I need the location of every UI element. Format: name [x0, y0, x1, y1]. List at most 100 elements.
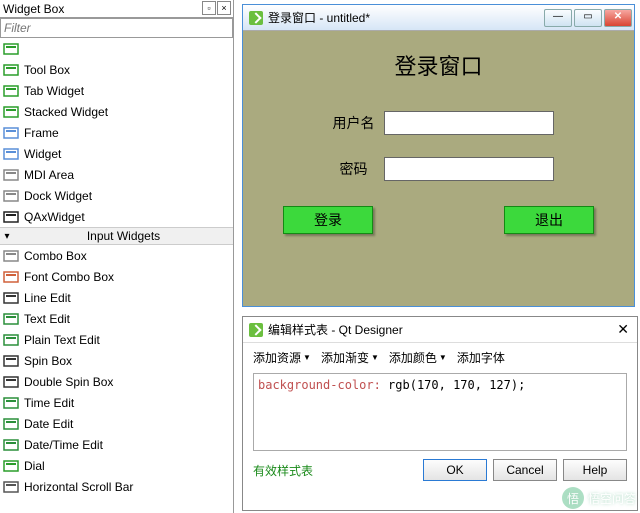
- toolbox-icon: [2, 62, 20, 78]
- section-label: Input Widgets: [14, 229, 233, 243]
- add-font-menu[interactable]: 添加字体: [457, 349, 505, 366]
- ok-button[interactable]: OK: [423, 459, 487, 481]
- widget-item[interactable]: Dial: [0, 455, 233, 476]
- valid-stylesheet-label: 有效样式表: [253, 462, 313, 479]
- close-icon[interactable]: ×: [217, 1, 231, 15]
- widget-item[interactable]: Frame: [0, 122, 233, 143]
- frame-icon: [2, 125, 20, 141]
- help-button[interactable]: Help: [563, 459, 627, 481]
- watermark-text: 悟空问答: [588, 490, 636, 507]
- dropdown-arrow-icon: ▼: [371, 353, 379, 362]
- widget-item-label: MDI Area: [24, 168, 74, 182]
- dropdown-arrow-icon: ▼: [439, 353, 447, 362]
- widget-item[interactable]: Double Spin Box: [0, 371, 233, 392]
- login-titlebar[interactable]: 登录窗口 - untitled* — ▭ ✕: [243, 5, 634, 31]
- qt-app-icon: [249, 323, 263, 337]
- username-label: 用户名: [324, 113, 384, 133]
- style-titlebar[interactable]: 编辑样式表 - Qt Designer ✕: [243, 317, 637, 343]
- widget-item[interactable]: Widget: [0, 143, 233, 164]
- login-window-title: 登录窗口 - untitled*: [268, 9, 544, 26]
- chevron-down-icon: ▾: [0, 231, 14, 242]
- style-editor-window: 编辑样式表 - Qt Designer ✕ 添加资源▼ 添加渐变▼ 添加颜色▼ …: [242, 316, 638, 511]
- maximize-button[interactable]: ▭: [574, 9, 602, 27]
- widget-item[interactable]: Tab Widget: [0, 80, 233, 101]
- dialog-buttons: OK Cancel Help: [423, 459, 627, 481]
- lineedit-icon: [2, 290, 20, 306]
- widget-item[interactable]: Date Edit: [0, 413, 233, 434]
- widget-item[interactable]: MDI Area: [0, 164, 233, 185]
- widget-item-label: Tab Widget: [24, 84, 84, 98]
- widget-icon: [2, 146, 20, 162]
- widget-item-label: Time Edit: [24, 396, 74, 410]
- css-property: background-color:: [258, 378, 381, 392]
- datetime-icon: [2, 437, 20, 453]
- widget-item-label: Double Spin Box: [24, 375, 113, 389]
- widget-item-label: QAxWidget: [24, 210, 85, 224]
- minimize-button[interactable]: —: [544, 9, 572, 27]
- exit-button[interactable]: 退出: [504, 206, 594, 234]
- widget-item-label: Font Combo Box: [24, 270, 114, 284]
- password-row: 密码: [263, 157, 614, 181]
- widget-item[interactable]: Font Combo Box: [0, 266, 233, 287]
- qt-app-icon: [249, 11, 263, 25]
- dock-icon: [2, 188, 20, 204]
- widget-item[interactable]: Time Edit: [0, 392, 233, 413]
- style-footer: 有效样式表 OK Cancel Help: [243, 453, 637, 487]
- css-value: rgb(170, 170, 127);: [381, 378, 526, 392]
- widget-item-label: Dock Widget: [24, 189, 92, 203]
- password-label: 密码: [324, 159, 384, 179]
- add-resource-menu[interactable]: 添加资源▼: [253, 349, 311, 366]
- widget-item[interactable]: Plain Text Edit: [0, 329, 233, 350]
- widget-item[interactable]: Stacked Widget: [0, 101, 233, 122]
- ax-icon: [2, 209, 20, 225]
- widget-item-label: Text Edit: [24, 312, 70, 326]
- stack-icon: [2, 104, 20, 120]
- widget-item-label: Line Edit: [24, 291, 71, 305]
- section-header-input-widgets[interactable]: ▾ Input Widgets: [0, 227, 233, 245]
- plaintext-icon: [2, 332, 20, 348]
- cancel-button[interactable]: Cancel: [493, 459, 557, 481]
- widget-item[interactable]: Line Edit: [0, 287, 233, 308]
- textedit-icon: [2, 311, 20, 327]
- password-input[interactable]: [384, 157, 554, 181]
- widget-item-label: Frame: [24, 126, 59, 140]
- panel-controls: ▫ ×: [202, 1, 231, 15]
- widget-box-title: Widget Box: [3, 2, 64, 16]
- widget-item-label: Combo Box: [24, 249, 87, 263]
- combo-icon: [2, 248, 20, 264]
- widget-item-label: Horizontal Scroll Bar: [24, 480, 133, 494]
- stylesheet-editor[interactable]: background-color: rgb(170, 170, 127);: [253, 373, 627, 451]
- add-color-menu[interactable]: 添加颜色▼: [389, 349, 447, 366]
- spin-icon: [2, 353, 20, 369]
- widget-item-label: Date Edit: [24, 417, 73, 431]
- mdi-icon: [2, 167, 20, 183]
- add-gradient-menu[interactable]: 添加渐变▼: [321, 349, 379, 366]
- float-icon[interactable]: ▫: [202, 1, 216, 15]
- widget-item-label: Plain Text Edit: [24, 333, 100, 347]
- window-controls: — ▭ ✕: [544, 9, 632, 27]
- login-heading: 登录窗口: [263, 49, 614, 81]
- widget-item[interactable]: Spin Box: [0, 350, 233, 371]
- widget-item[interactable]: [0, 38, 233, 59]
- widget-item-label: Date/Time Edit: [24, 438, 103, 452]
- login-body: 登录窗口 用户名 密码 登录 退出: [243, 31, 634, 306]
- widget-item[interactable]: Horizontal Scroll Bar: [0, 476, 233, 497]
- widget-item[interactable]: QAxWidget: [0, 206, 233, 227]
- widget-item-label: Dial: [24, 459, 45, 473]
- widget-list[interactable]: Tool Box Tab Widget Stacked Widget Frame Wid…: [0, 38, 233, 513]
- close-icon[interactable]: ✕: [617, 321, 629, 338]
- widget-item[interactable]: Combo Box: [0, 245, 233, 266]
- username-input[interactable]: [384, 111, 554, 135]
- widget-item[interactable]: Dock Widget: [0, 185, 233, 206]
- widget-item[interactable]: Tool Box: [0, 59, 233, 80]
- filter-input[interactable]: [0, 18, 233, 38]
- watermark-icon: 悟: [562, 487, 584, 509]
- widget-item[interactable]: Date/Time Edit: [0, 434, 233, 455]
- tab-icon: [2, 83, 20, 99]
- close-button[interactable]: ✕: [604, 9, 632, 27]
- dial-icon: [2, 458, 20, 474]
- date-icon: [2, 416, 20, 432]
- widget-item[interactable]: Text Edit: [0, 308, 233, 329]
- style-toolbar: 添加资源▼ 添加渐变▼ 添加颜色▼ 添加字体: [243, 343, 637, 371]
- login-button[interactable]: 登录: [283, 206, 373, 234]
